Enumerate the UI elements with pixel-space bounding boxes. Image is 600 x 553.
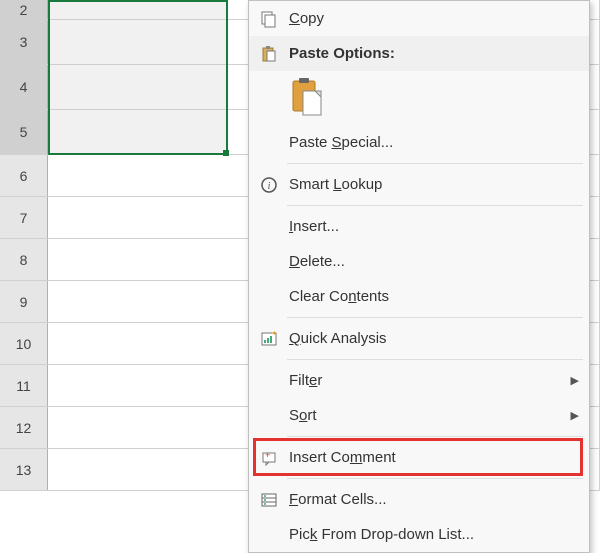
menu-paste-options: Paste Options:	[249, 36, 589, 71]
blank-icon	[255, 250, 283, 274]
comment-icon: +	[255, 446, 283, 470]
row-header-3[interactable]: 3	[0, 20, 48, 64]
row-header-6[interactable]: 6	[0, 155, 48, 196]
menu-insert-comment[interactable]: + Insert Comment	[249, 440, 589, 475]
menu-quick-analysis[interactable]: Quick Analysis	[249, 321, 589, 356]
menu-label: Copy	[283, 10, 579, 27]
paste-icon	[255, 42, 283, 66]
menu-label: Delete...	[283, 253, 579, 270]
menu-filter[interactable]: Filter ▶	[249, 363, 589, 398]
menu-label: Insert Comment	[283, 449, 579, 466]
format-cells-icon	[255, 488, 283, 512]
menu-insert[interactable]: Insert...	[249, 209, 589, 244]
row-header-12[interactable]: 12	[0, 407, 48, 448]
info-icon: i	[255, 173, 283, 197]
menu-label: Paste Special...	[283, 134, 579, 151]
menu-pick-from-list[interactable]: Pick From Drop-down List...	[249, 517, 589, 552]
menu-label: Paste Options:	[283, 45, 579, 62]
row-header-7[interactable]: 7	[0, 197, 48, 238]
context-menu: Copy Paste Options: Paste Special... i S…	[248, 0, 590, 553]
row-header-10[interactable]: 10	[0, 323, 48, 364]
svg-text:+: +	[265, 450, 270, 460]
blank-icon	[255, 285, 283, 309]
paste-clipboard-icon[interactable]	[289, 77, 579, 117]
menu-format-cells[interactable]: Format Cells...	[249, 482, 589, 517]
paste-options-block	[249, 71, 589, 125]
menu-separator	[287, 478, 583, 479]
menu-separator	[287, 163, 583, 164]
svg-text:i: i	[268, 181, 271, 192]
copy-icon	[255, 7, 283, 31]
chevron-right-icon: ▶	[571, 374, 579, 387]
menu-label: Insert...	[283, 218, 579, 235]
menu-copy[interactable]: Copy	[249, 1, 589, 36]
menu-label: Quick Analysis	[283, 330, 579, 347]
row-header-11[interactable]: 11	[0, 365, 48, 406]
row-header-4[interactable]: 4	[0, 65, 48, 109]
blank-icon	[255, 131, 283, 155]
row-header-9[interactable]: 9	[0, 281, 48, 322]
menu-label: Sort	[283, 407, 571, 424]
menu-sort[interactable]: Sort ▶	[249, 398, 589, 433]
menu-label: Format Cells...	[283, 491, 579, 508]
menu-label: Pick From Drop-down List...	[283, 526, 579, 543]
chevron-right-icon: ▶	[571, 409, 579, 422]
menu-label: Smart Lookup	[283, 176, 579, 193]
menu-smart-lookup[interactable]: i Smart Lookup	[249, 167, 589, 202]
menu-separator	[287, 359, 583, 360]
quick-analysis-icon	[255, 327, 283, 351]
menu-delete[interactable]: Delete...	[249, 244, 589, 279]
menu-label: Clear Contents	[283, 288, 579, 305]
menu-separator	[287, 436, 583, 437]
blank-icon	[255, 369, 283, 393]
blank-icon	[255, 523, 283, 547]
row-header-5[interactable]: 5	[0, 110, 48, 154]
menu-label: Filter	[283, 372, 571, 389]
blank-icon	[255, 215, 283, 239]
row-header-13[interactable]: 13	[0, 449, 48, 490]
menu-separator	[287, 205, 583, 206]
row-header-8[interactable]: 8	[0, 239, 48, 280]
row-header-2[interactable]: 2	[0, 0, 48, 19]
menu-clear-contents[interactable]: Clear Contents	[249, 279, 589, 314]
blank-icon	[255, 404, 283, 428]
menu-separator	[287, 317, 583, 318]
menu-paste-special[interactable]: Paste Special...	[249, 125, 589, 160]
